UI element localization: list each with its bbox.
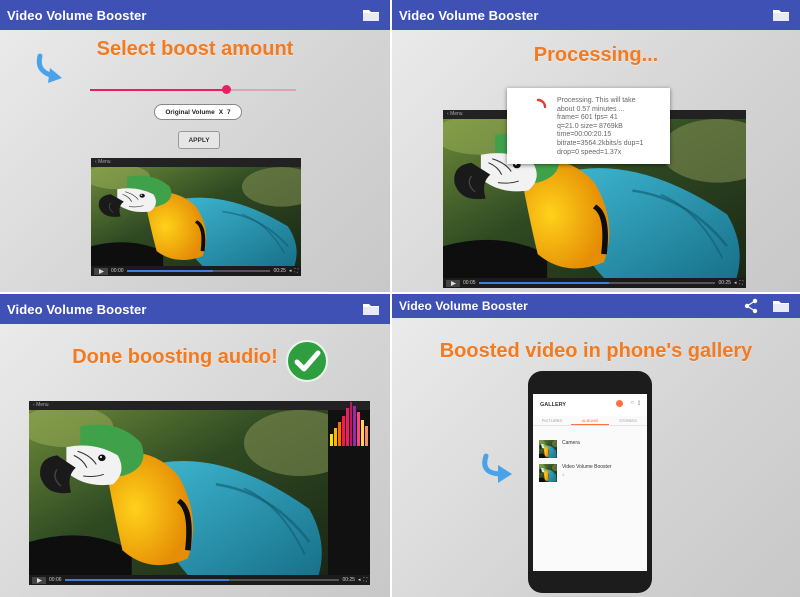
check-icon (286, 340, 328, 382)
heading-gallery: Boosted video in phone's gallery (439, 340, 753, 362)
folder-icon[interactable] (360, 298, 382, 320)
player-controls: 00:05 00:25 ◂ ⛶ (443, 278, 746, 288)
search-icon[interactable]: ○ (630, 400, 634, 406)
equalizer-bar (365, 426, 369, 446)
boost-slider-fill (90, 89, 226, 91)
volume-icon[interactable]: ◂ (358, 577, 361, 583)
app-bar: Video Volume Booster (392, 294, 800, 318)
processing-log-line: bitrate=3564.2kbits/s dup=1 (557, 139, 644, 147)
equalizer-bar (345, 408, 349, 446)
elapsed-time: 00:06 (49, 577, 62, 583)
app-bar: Video Volume Booster (0, 0, 390, 30)
seek-fill (64, 579, 230, 581)
equalizer-visualizer (328, 400, 369, 446)
player-menu[interactable]: ‹ Menu (91, 158, 301, 167)
gallery-tabs: PICTURES ALBUMS STORIES (533, 416, 647, 426)
heading-processing: Processing... (533, 44, 659, 66)
processing-log-line: q=21.0 size= 8769kB (557, 122, 623, 130)
player-controls: 00:06 00:25 ◂ ⛶ (29, 575, 370, 585)
boost-slider-thumb[interactable] (221, 85, 231, 94)
seek-bar[interactable] (126, 270, 271, 272)
processing-log-line: about 0.57 minutes ... (557, 105, 625, 113)
album-name: Camera (562, 440, 580, 446)
app-title: Video Volume Booster (399, 299, 528, 313)
processing-log-line: Processing. This will take (557, 97, 636, 104)
seek-bar[interactable] (478, 282, 716, 284)
fullscreen-icon[interactable]: ⛶ (739, 280, 743, 286)
phone-screen: GALLERY ○ ⋮ PICTURES ALBUMS STORIES Camera… (533, 394, 647, 571)
app-bar: Video Volume Booster (392, 0, 800, 30)
equalizer-bar (361, 420, 365, 446)
gallery-tab-pictures[interactable]: PICTURES (533, 416, 571, 425)
curved-arrow-icon (482, 453, 512, 483)
app-title: Video Volume Booster (7, 7, 147, 23)
more-icon[interactable]: ⋮ (636, 400, 642, 407)
player-controls: 00:00 00:25 ◂ ⛶ (91, 266, 301, 276)
spinner-icon (536, 98, 547, 109)
fullscreen-icon[interactable]: ⛶ (363, 577, 367, 583)
share-icon[interactable] (740, 295, 762, 317)
duration-time: 00:25 (342, 577, 355, 583)
video-frame (91, 167, 301, 266)
play-icon[interactable] (94, 267, 108, 275)
equalizer-bar (349, 402, 353, 446)
original-volume-label: Original Volume (165, 108, 215, 116)
processing-log-line: drop=0 speed=1.37x (557, 148, 622, 156)
seek-fill (478, 282, 609, 284)
apply-button[interactable]: APPLY (178, 131, 220, 149)
folder-icon[interactable] (360, 4, 382, 26)
video-player[interactable]: ‹ Menu 00:06 00:25 ◂ ⛶ (29, 401, 370, 585)
heading-done: Done boosting audio! (72, 346, 278, 368)
gallery-badge-icon[interactable] (616, 400, 623, 407)
elapsed-time: 00:05 (463, 280, 476, 286)
equalizer-bar (357, 412, 361, 446)
seek-fill (126, 270, 213, 272)
boost-value: 7 (227, 108, 231, 116)
album-thumbnail (539, 464, 557, 482)
folder-icon[interactable] (770, 4, 792, 26)
album-name: Video Volume Booster (562, 464, 612, 470)
play-icon[interactable] (32, 576, 46, 584)
equalizer-bar (333, 428, 337, 446)
album-item[interactable]: Camera (539, 440, 643, 458)
equalizer-bar (341, 416, 345, 446)
equalizer-bar (330, 434, 333, 446)
gallery-header: GALLERY ○ ⋮ (533, 394, 647, 416)
app-title: Video Volume Booster (399, 7, 539, 23)
video-player[interactable]: ‹ Menu 00:00 00:25 ◂ ⛶ (91, 158, 301, 276)
duration-time: 00:25 (718, 280, 731, 286)
folder-icon[interactable] (770, 295, 792, 317)
seek-bar[interactable] (64, 579, 340, 581)
elapsed-time: 00:00 (111, 268, 124, 274)
processing-dialog: Processing. This will take about 0.57 min… (507, 88, 670, 164)
gallery-tab-albums[interactable]: ALBUMS (571, 416, 609, 425)
processing-log-line: frame= 601 fps= 41 (557, 114, 618, 122)
player-menu[interactable]: ‹ Menu (29, 401, 370, 410)
boost-value-pill: Original Volume X 7 (154, 104, 242, 120)
gallery-title: GALLERY (540, 402, 567, 408)
video-frame (29, 410, 328, 575)
fullscreen-icon[interactable]: ⛶ (294, 268, 298, 274)
duration-time: 00:25 (273, 268, 286, 274)
album-item[interactable]: Video Volume Booster 1 (539, 464, 643, 482)
app-bar: Video Volume Booster (0, 294, 390, 324)
gallery-tab-stories[interactable]: STORIES (609, 416, 647, 425)
curved-arrow-icon (36, 53, 62, 83)
processing-log: Processing. This will take about 0.57 min… (557, 97, 666, 157)
processing-log-line: time=00:00:20.15 (557, 131, 612, 139)
app-title: Video Volume Booster (7, 301, 147, 317)
album-thumbnail (539, 440, 557, 458)
album-count: 1 (562, 472, 565, 477)
equalizer-bar (337, 422, 341, 446)
volume-icon[interactable]: ◂ (734, 280, 737, 286)
play-icon[interactable] (446, 279, 460, 287)
equalizer-bar (353, 406, 357, 446)
volume-icon[interactable]: ◂ (289, 268, 292, 274)
multiplier-label: X (218, 108, 224, 116)
